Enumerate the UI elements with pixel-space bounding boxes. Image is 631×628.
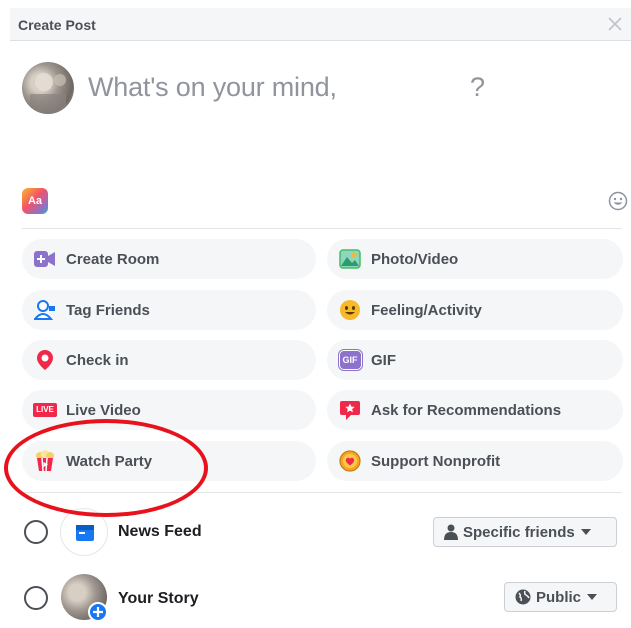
person-icon: [444, 524, 458, 540]
post-text-name-suffix: ?: [470, 72, 486, 102]
create-room-button[interactable]: Create Room: [22, 239, 316, 279]
close-icon[interactable]: [607, 16, 623, 32]
dialog-title: Create Post: [18, 17, 96, 33]
your-story-radio[interactable]: [24, 586, 48, 610]
watch-party-icon: [34, 450, 56, 472]
support-nonprofit-button[interactable]: Support Nonprofit: [327, 441, 623, 481]
gif-badge: GIF: [338, 350, 362, 370]
post-text-input[interactable]: What's on your mind,: [88, 72, 337, 103]
tag-friends-icon: [34, 299, 56, 321]
create-room-icon: [34, 248, 56, 270]
support-nonprofit-icon: [339, 450, 361, 472]
ask-recommendations-icon: [339, 399, 361, 421]
live-video-button[interactable]: LIVE Live Video: [22, 390, 316, 430]
chevron-down-icon: [587, 594, 598, 600]
your-story-label: Your Story: [118, 590, 199, 607]
avatar: [22, 62, 74, 114]
photo-video-button[interactable]: Photo/Video: [327, 239, 623, 279]
tag-friends-button[interactable]: Tag Friends: [22, 290, 316, 330]
option-label: Ask for Recommendations: [371, 401, 562, 419]
feeling-activity-icon: [339, 299, 361, 321]
live-video-icon: LIVE: [33, 399, 57, 421]
dialog-header: Create Post: [10, 8, 631, 41]
ask-recommendations-button[interactable]: Ask for Recommendations: [327, 390, 623, 430]
option-label: Support Nonprofit: [371, 452, 501, 470]
text-style-icon[interactable]: Aa: [22, 188, 48, 214]
option-label: Tag Friends: [66, 301, 150, 319]
share-news-feed-row: News Feed Specific friends: [22, 502, 622, 562]
gif-button[interactable]: GIF GIF: [327, 340, 623, 380]
option-label: Feeling/Activity: [371, 301, 482, 319]
check-in-button[interactable]: Check in: [22, 340, 316, 380]
option-label: Create Room: [66, 250, 160, 268]
audience-label: Public: [536, 588, 582, 606]
option-label: Watch Party: [66, 452, 153, 470]
option-label: Photo/Video: [371, 250, 459, 268]
option-label: Check in: [66, 351, 129, 369]
feeling-activity-button[interactable]: Feeling/Activity: [327, 290, 623, 330]
live-badge: LIVE: [33, 403, 57, 417]
photo-video-icon: [339, 248, 361, 270]
gif-icon: GIF: [338, 349, 362, 371]
chevron-down-icon: [580, 529, 591, 535]
audience-label: Specific friends: [463, 523, 575, 541]
option-label: GIF: [371, 351, 396, 369]
watch-party-button[interactable]: Watch Party: [22, 441, 316, 481]
divider: [22, 492, 622, 493]
divider: [22, 228, 622, 229]
emoji-icon[interactable]: [608, 191, 628, 211]
news-feed-icon: [60, 508, 108, 556]
news-feed-radio[interactable]: [24, 520, 48, 544]
your-story-audience-dropdown[interactable]: Public: [504, 582, 617, 612]
news-feed-audience-dropdown[interactable]: Specific friends: [433, 517, 617, 547]
option-label: Live Video: [66, 401, 141, 419]
globe-icon: [515, 589, 531, 605]
news-feed-label: News Feed: [118, 523, 202, 540]
add-story-icon: [88, 602, 108, 622]
check-in-icon: [34, 349, 56, 371]
share-your-story-row: Your Story Public: [22, 568, 622, 628]
